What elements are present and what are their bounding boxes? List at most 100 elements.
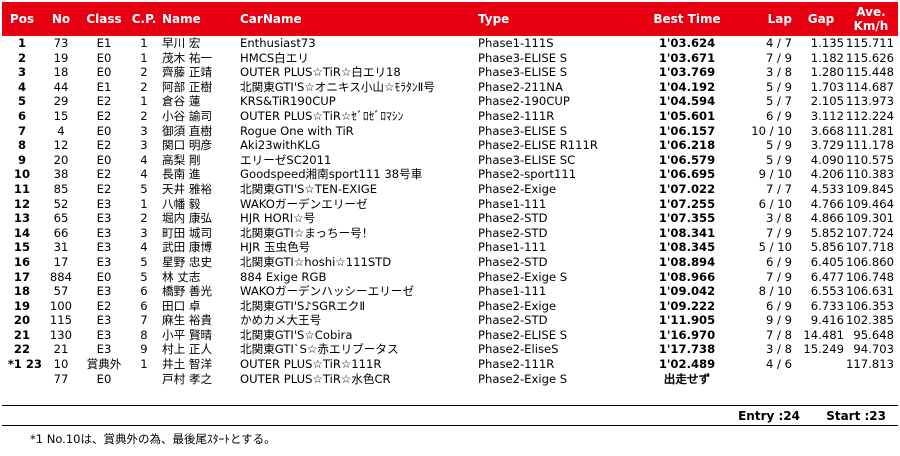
results-table: Pos No Class C.P. Name CarName Type Best… xyxy=(2,2,898,386)
cell-name: 堀内 康弘 xyxy=(162,211,213,226)
cell-class: E3 xyxy=(96,342,112,357)
cell-cp: 5 xyxy=(140,269,148,284)
cell-type: Phase2-Exige xyxy=(478,181,557,196)
cell-class: E3 xyxy=(96,284,112,299)
cell-gap: 1.703 xyxy=(810,79,844,94)
cell-cp: 6 xyxy=(140,298,148,313)
cell-type: Phase2-STD xyxy=(478,225,548,240)
cell-no: 100 xyxy=(49,298,73,313)
cell-name: 麻生 裕貴 xyxy=(162,313,213,328)
header-name: Name xyxy=(160,2,238,36)
cell-lap: 3 / 8 xyxy=(765,342,792,357)
cell-gap: 2.105 xyxy=(810,94,844,109)
cell-cp: 9 xyxy=(140,342,148,357)
cell-type: Phase3-ELISE SC xyxy=(478,152,576,167)
cell-gap: 9.416 xyxy=(810,313,844,328)
cell-best-time: 1'17.738 xyxy=(658,342,716,357)
table-row: 9 20 E0 4 高梨 剛 エリーゼSC2011 Phase3-ELISE SC 1'06.… xyxy=(2,153,898,168)
cell-lap: 5 / 9 xyxy=(765,138,792,153)
cell-best-time: 1'06.218 xyxy=(658,138,716,153)
cell-lap: 5 / 9 xyxy=(765,79,792,94)
cell-class: E3 xyxy=(96,327,112,342)
cell-no: 77 xyxy=(53,371,69,386)
cell-name: 早川 宏 xyxy=(162,36,201,50)
cell-ave: 111.178 xyxy=(846,138,894,153)
cell-name: 御須 直樹 xyxy=(162,123,213,138)
cell-name: 関口 明彦 xyxy=(162,138,213,153)
cell-class: E3 xyxy=(96,254,112,269)
cell-best-time: 1'02.489 xyxy=(658,357,716,372)
cell-no: 29 xyxy=(53,94,69,109)
cell-pos: 2 xyxy=(17,50,27,65)
cell-no: 884 xyxy=(49,269,73,284)
cell-best-time: 1'08.345 xyxy=(658,240,716,255)
cell-no: 21 xyxy=(53,342,69,357)
table-row: 1 73 E1 1 早川 宏 Enthusiast73 Phase1-111S 1'03.62… xyxy=(2,36,898,51)
header-ave-unit: Km/h xyxy=(853,19,889,33)
table-row: 21 130 E3 8 小平 賢晴 北関東GTI'S☆Cobira Phase2-ELISE… xyxy=(2,328,898,343)
cell-lap: 7 / 9 xyxy=(765,225,792,240)
cell-class: E3 xyxy=(96,211,112,226)
table-row: 22 21 E3 9 村上 正人 北関東GTI`S☆赤エリブータス Phase2-Elise… xyxy=(2,342,898,357)
table-row: 7 4 E0 3 御須 直樹 Rogue One with TiR Phase3-ELISE… xyxy=(2,124,898,139)
cell-type: Phase2-Exige xyxy=(478,298,557,313)
cell-ave: 109.301 xyxy=(846,211,894,226)
cell-ave: 117.813 xyxy=(846,357,894,372)
table-row: 10 38 E2 4 長南 進 Goodspeed湘南sport111 38号車 Phase… xyxy=(2,167,898,182)
cell-gap: 4.090 xyxy=(810,152,844,167)
cell-gap: 4.206 xyxy=(810,167,844,182)
cell-best-time: 1'03.769 xyxy=(658,65,716,80)
cell-type: Phase2-STD xyxy=(478,254,548,269)
cell-lap: 6 / 9 xyxy=(765,298,792,313)
cell-cp: 2 xyxy=(140,108,148,123)
cell-class: E2 xyxy=(96,138,112,153)
cell-carname: 北関東GTI'S♪SGRエクⅡ xyxy=(240,298,366,313)
cell-type: Phase2-Exige S xyxy=(478,269,568,284)
cell-ave: 110.575 xyxy=(846,152,894,167)
cell-class: E0 xyxy=(96,269,112,284)
cell-no: 73 xyxy=(53,36,69,50)
cell-lap: 5 / 7 xyxy=(765,94,792,109)
cell-carname: HJR HORI☆号 xyxy=(240,211,316,226)
cell-ave: 95.648 xyxy=(853,327,894,342)
cell-ave: 106.353 xyxy=(846,298,894,313)
cell-type: Phase3-ELISE S xyxy=(478,50,568,65)
cell-class: E2 xyxy=(96,94,112,109)
cell-type: Phase2-111R xyxy=(478,108,555,123)
cell-name: 小谷 諭司 xyxy=(162,108,213,123)
cell-pos: 19 xyxy=(13,298,31,313)
header-gap: Gap xyxy=(798,2,844,36)
cell-cp: 1 xyxy=(140,50,148,65)
cell-carname: OUTER PLUS☆TiR☆111R xyxy=(240,357,382,372)
cell-carname: HMCS白エリ xyxy=(240,50,309,65)
header-best-time: Best Time xyxy=(636,2,738,36)
cell-name: 林 丈志 xyxy=(162,269,201,284)
cell-no: 38 xyxy=(53,167,69,182)
cell-pos: 5 xyxy=(17,94,27,109)
cell-type: Phase1-111 xyxy=(478,284,547,299)
cell-best-time: 1'08.341 xyxy=(658,225,716,240)
cell-ave: 94.703 xyxy=(853,342,894,357)
table-header-row: Pos No Class C.P. Name CarName Type Best… xyxy=(2,2,898,36)
cell-carname: Goodspeed湘南sport111 38号車 xyxy=(240,167,423,182)
cell-lap xyxy=(738,372,798,387)
cell-ave: 102.385 xyxy=(846,313,894,328)
cell-pos: 22 xyxy=(13,342,31,357)
cell-best-time: 1'09.222 xyxy=(658,298,716,313)
cell-carname: Aki23withKLG xyxy=(240,138,321,153)
cell-carname: WAKOガーデンハッシーエリーゼ xyxy=(240,284,414,299)
cell-cp xyxy=(128,372,160,387)
cell-type: Phase2-ELISE R111R xyxy=(478,138,598,153)
cell-ave: 115.626 xyxy=(846,50,894,65)
cell-name: 阿部 正樹 xyxy=(162,79,213,94)
cell-best-time: 1'05.601 xyxy=(658,108,716,123)
cell-class: E3 xyxy=(96,313,112,328)
cell-best-time: 1'11.905 xyxy=(658,313,716,328)
cell-no: 130 xyxy=(49,327,73,342)
cell-no: 15 xyxy=(53,108,69,123)
cell-name: 天井 雅裕 xyxy=(162,181,213,196)
cell-name: 町田 城司 xyxy=(162,225,213,240)
cell-lap: 7 / 9 xyxy=(765,50,792,65)
cell-gap: 15.249 xyxy=(803,342,844,357)
cell-best-time: 1'06.695 xyxy=(658,167,716,182)
